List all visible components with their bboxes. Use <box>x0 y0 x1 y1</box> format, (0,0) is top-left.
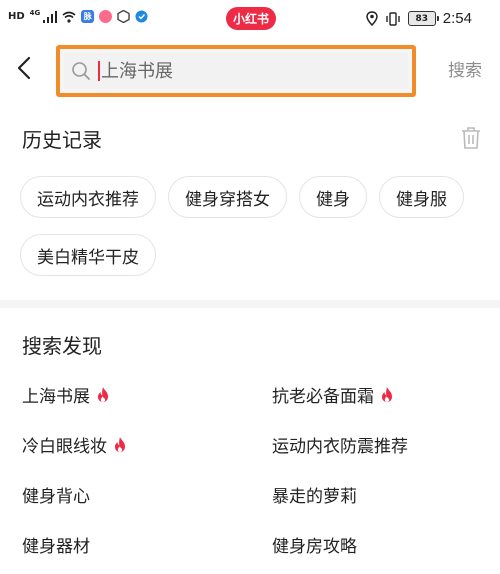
vibrate-icon <box>386 11 400 26</box>
search-header: 搜索 <box>0 36 500 100</box>
chevron-left-icon <box>17 56 31 80</box>
network-type: 4G <box>29 8 41 17</box>
wifi-icon <box>62 11 76 23</box>
history-chip[interactable]: 健身服 <box>379 176 464 218</box>
discover-item[interactable]: 健身房攻略 <box>272 532 357 557</box>
history-chip[interactable]: 健身 <box>299 176 367 218</box>
discover-item-label: 健身房攻略 <box>272 537 357 557</box>
app-notification-icon <box>99 10 113 23</box>
discover-item[interactable]: 抗老必备面霜 <box>272 382 394 407</box>
fire-icon <box>98 387 108 402</box>
search-box[interactable] <box>56 45 416 97</box>
discover-item-label: 抗老必备面霜 <box>272 387 374 407</box>
discover-title: 搜索发现 <box>22 334 102 358</box>
signal-icon <box>43 10 58 23</box>
search-icon <box>70 60 92 82</box>
trash-icon <box>462 127 480 149</box>
history-title: 历史记录 <box>22 128 102 152</box>
history-section: 历史记录 运动内衣推荐 健身穿搭女 健身 健身服 美白精华干皮 <box>0 108 500 300</box>
status-bar-right: 83 2:54 <box>366 10 472 27</box>
app-notification-icon <box>117 10 130 23</box>
discover-item[interactable]: 运动内衣防震推荐 <box>272 432 408 457</box>
text-cursor <box>98 61 100 81</box>
discover-item-label: 健身背心 <box>22 487 90 507</box>
discover-item-label: 运动内衣防震推荐 <box>272 437 408 457</box>
discover-item[interactable]: 上海书展 <box>22 382 110 407</box>
search-field-container <box>64 53 408 89</box>
history-chip[interactable]: 健身穿搭女 <box>168 176 287 218</box>
back-button[interactable] <box>12 54 36 82</box>
discover-item[interactable]: 冷白眼线妆 <box>22 432 127 457</box>
clear-history-button[interactable] <box>460 126 482 150</box>
battery-indicator: 83 <box>407 11 439 26</box>
discover-item[interactable]: 健身器材 <box>22 532 90 557</box>
status-bar-left: HD 4G 脉 <box>8 8 148 23</box>
search-button[interactable]: 搜索 <box>448 56 482 81</box>
fire-icon <box>115 437 125 452</box>
hd-indicator: HD <box>8 11 25 22</box>
discover-item-label: 上海书展 <box>22 387 90 407</box>
discover-item[interactable]: 健身背心 <box>22 482 90 507</box>
brand-logo: 小红书 <box>226 7 276 30</box>
discover-section: 搜索发现 上海书展 抗老必备面霜 冷白眼线妆 运动内衣防震推荐 健身背心 暴走的… <box>0 310 500 574</box>
fire-icon <box>382 387 392 402</box>
discover-item-label: 冷白眼线妆 <box>22 437 107 457</box>
history-chip-list: 运动内衣推荐 健身穿搭女 健身 健身服 美白精华干皮 <box>20 176 490 276</box>
history-chip[interactable]: 运动内衣推荐 <box>20 176 156 218</box>
search-input[interactable] <box>101 60 361 82</box>
status-bar: HD 4G 脉 小红书 83 2:54 <box>0 0 500 36</box>
clock: 2:54 <box>442 10 472 27</box>
history-chip[interactable]: 美白精华干皮 <box>20 234 156 276</box>
discover-item-label: 健身器材 <box>22 537 90 557</box>
discover-item[interactable]: 暴走的萝莉 <box>272 482 357 507</box>
location-icon <box>366 11 378 26</box>
app-notification-icon <box>135 10 148 23</box>
discover-item-label: 暴走的萝莉 <box>272 487 357 507</box>
app-notification-icon: 脉 <box>81 10 95 23</box>
section-divider <box>0 300 500 308</box>
